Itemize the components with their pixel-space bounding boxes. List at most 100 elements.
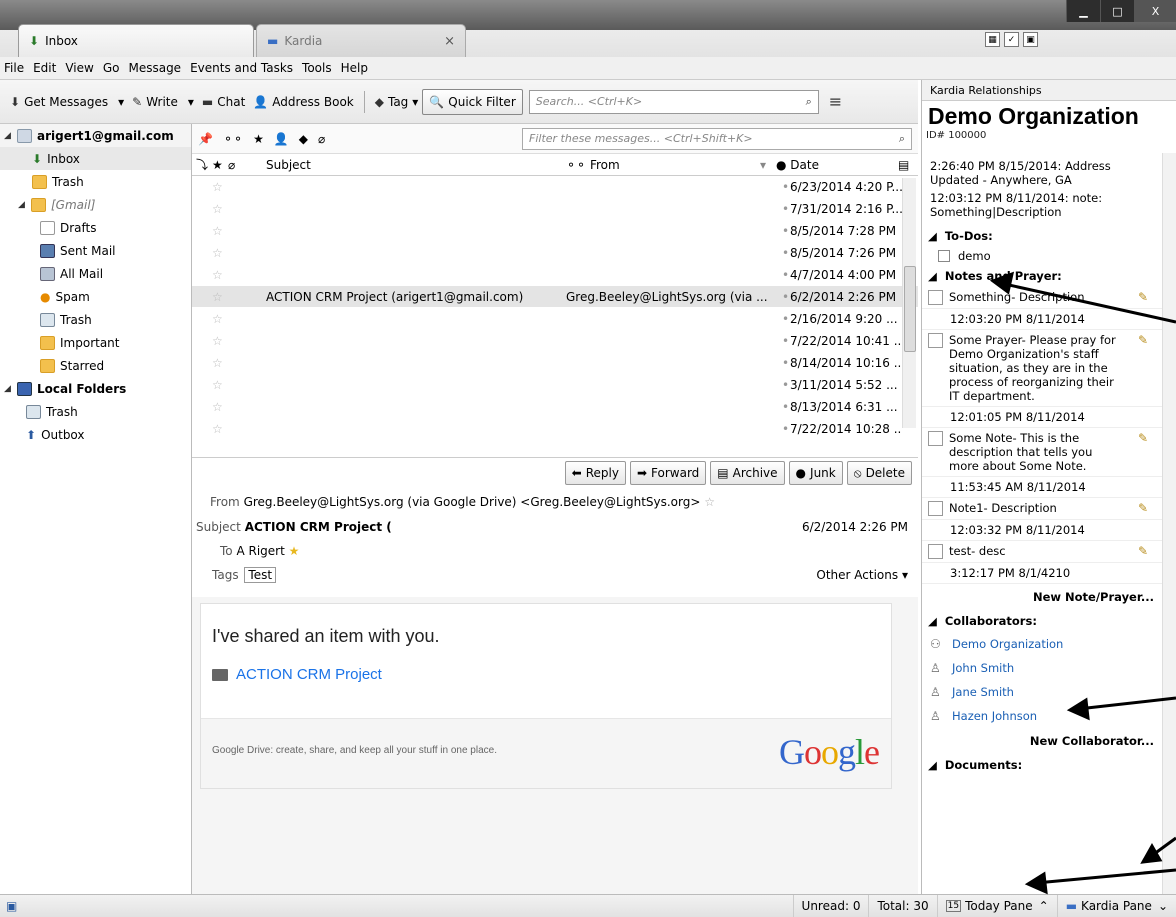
other-actions-button[interactable]: Other Actions ▾ [816,568,908,582]
thread-scrollbar[interactable] [902,178,916,428]
date-column[interactable]: ● Date [776,158,819,172]
folder-all-mail[interactable]: All Mail [0,262,191,285]
star-icon[interactable]: ☆ [212,268,223,282]
search-icon[interactable]: ⌕ [806,95,812,109]
folder-sent[interactable]: Sent Mail [0,239,191,262]
to-value[interactable]: A Rigert [236,544,284,558]
note-text-row[interactable]: Something- Description ✎ [922,287,1162,309]
chat-button[interactable]: ▬ Chat [198,89,249,115]
table-row[interactable]: ☆ • 4/7/2014 4:00 PM [192,263,918,286]
star-icon[interactable]: ☆ [212,400,223,414]
network-icon[interactable]: ▣ [0,899,23,913]
search-input[interactable]: Search... <Ctrl+K> ⌕ [528,89,819,114]
menu-file[interactable]: File [4,61,24,75]
star-icon[interactable]: ☆ [212,422,223,436]
folder-important[interactable]: Important [0,331,191,354]
read-dot-icon[interactable]: • [782,290,789,304]
tab-kardia[interactable]: ▬ Kardia × [256,24,466,57]
edit-pencil-icon[interactable]: ✎ [1138,501,1148,515]
star-icon[interactable]: ☆ [212,356,223,370]
star-icon[interactable]: ☆ [212,334,223,348]
scroll-thumb[interactable] [904,266,916,352]
tab-close-icon[interactable]: × [444,34,455,49]
menu-events-tasks[interactable]: Events and Tasks [190,61,293,75]
tag-badge[interactable]: Test [244,567,277,583]
archive-button[interactable]: ▤ Archive [710,461,785,485]
star-icon[interactable]: ☆ [212,246,223,260]
edit-pencil-icon[interactable]: ✎ [1138,290,1148,304]
maximize-button[interactable]: □ [1100,0,1134,22]
starred-filter-icon[interactable]: ★ [253,132,264,146]
star-icon[interactable]: ☆ [212,202,223,216]
folder-gmail-trash[interactable]: Trash [0,308,191,331]
star-icon[interactable]: ☆ [704,495,715,509]
read-dot-icon[interactable]: • [782,400,789,414]
star-icon[interactable]: ☆ [212,180,223,194]
folder-drafts[interactable]: Drafts [0,216,191,239]
read-dot-icon[interactable]: • [782,180,789,194]
menu-tools[interactable]: Tools [302,61,332,75]
table-row[interactable]: ☆ • 8/13/2014 6:31 ... [192,395,918,418]
search-icon[interactable]: ⌕ [899,132,905,146]
dropdown-icon[interactable]: ▾ [118,95,124,109]
filter-messages-input[interactable]: Filter these messages... <Ctrl+Shift+K> … [522,127,912,150]
edit-pencil-icon[interactable]: ✎ [1138,544,1148,558]
edit-pencil-icon[interactable]: ✎ [1138,431,1148,445]
folder-gmail[interactable]: ◢ [Gmail] [0,193,191,216]
read-dot-icon[interactable]: • [782,312,789,326]
quick-filter-button[interactable]: 🔍 Quick Filter [422,88,523,115]
star-icon[interactable]: ★ [289,544,300,558]
tab-inbox[interactable]: ⬇ Inbox [18,24,254,57]
folder-trash[interactable]: Trash [0,170,191,193]
table-row[interactable]: ☆ • 6/23/2014 4:20 P... [192,175,918,198]
read-dot-icon[interactable]: • [782,356,789,370]
documents-section[interactable]: ◢ Documents: [922,754,1162,776]
note-text-row[interactable]: test- desc ✎ [922,541,1162,563]
read-dot-icon[interactable]: • [782,378,789,392]
minimize-button[interactable]: ▁ [1066,0,1100,22]
delete-button[interactable]: ⦸ Delete [846,461,912,485]
folder-starred[interactable]: Starred [0,354,191,377]
note-text-row[interactable]: Some Note- This is the description that … [922,428,1162,477]
star-icon[interactable]: ☆ [212,312,223,326]
from-value[interactable]: Greg.Beeley@LightSys.org (via Google Dri… [244,495,701,509]
menu-edit[interactable]: Edit [33,61,56,75]
menu-message[interactable]: Message [128,61,181,75]
column-picker-icon[interactable]: ▤ [898,158,909,172]
edit-pencil-icon[interactable]: ✎ [1138,333,1148,347]
shared-item-link[interactable]: ACTION CRM Project [212,666,382,683]
table-row[interactable]: ☆ • 3/11/2014 5:52 ... [192,373,918,396]
get-messages-button[interactable]: ⬇ Get Messages ▾ [6,89,128,115]
table-row[interactable]: ☆ • 8/14/2014 10:16 ... [192,351,918,374]
note-text-row[interactable]: Note1- Description ✎ [922,498,1162,520]
star-icon[interactable]: ☆ [212,378,223,392]
note-text-row[interactable]: Some Prayer- Please pray for Demo Organi… [922,330,1162,407]
new-collaborator-button[interactable]: New Collaborator... [922,728,1162,754]
folder-outbox[interactable]: ⬆ Outbox [0,423,191,446]
new-note-button[interactable]: New Note/Prayer... [922,584,1162,610]
notes-section[interactable]: ◢ Notes and Prayer: [922,265,1162,287]
contact-filter-icon[interactable]: 👤 [274,132,289,146]
star-icon[interactable]: ☆ [212,224,223,238]
close-button[interactable]: X [1134,0,1176,22]
menu-icon[interactable]: ≡ [829,92,842,111]
attachment-filter-icon[interactable]: ⌀ [318,132,325,146]
collapse-icon[interactable]: ◢ [4,131,12,141]
read-dot-icon[interactable]: • [782,202,789,216]
menu-go[interactable]: Go [103,61,120,75]
todos-section[interactable]: ◢ To-Dos: [922,225,1162,247]
pin-icon[interactable]: 📌 [198,132,213,146]
star-icon[interactable]: ☆ [212,290,223,304]
tag-button[interactable]: ◆ Tag ▾ [371,89,423,115]
from-column[interactable]: ⚬⚬ From [566,158,620,172]
folder-spam[interactable]: ● Spam [0,285,191,308]
kardia-scrollbar[interactable] [1162,153,1176,894]
read-dot-icon[interactable]: • [782,422,789,436]
star-col-icon[interactable]: ★ [212,158,223,172]
folder-local-trash[interactable]: Trash [0,400,191,423]
junk-button[interactable]: ● Junk [788,461,843,485]
forward-button[interactable]: ➡ Forward [629,461,707,485]
read-dot-icon[interactable]: • [782,246,789,260]
table-row[interactable]: ☆ • 2/16/2014 9:20 ... [192,307,918,330]
table-row[interactable]: ☆ • 7/31/2014 2:16 P... [192,197,918,220]
